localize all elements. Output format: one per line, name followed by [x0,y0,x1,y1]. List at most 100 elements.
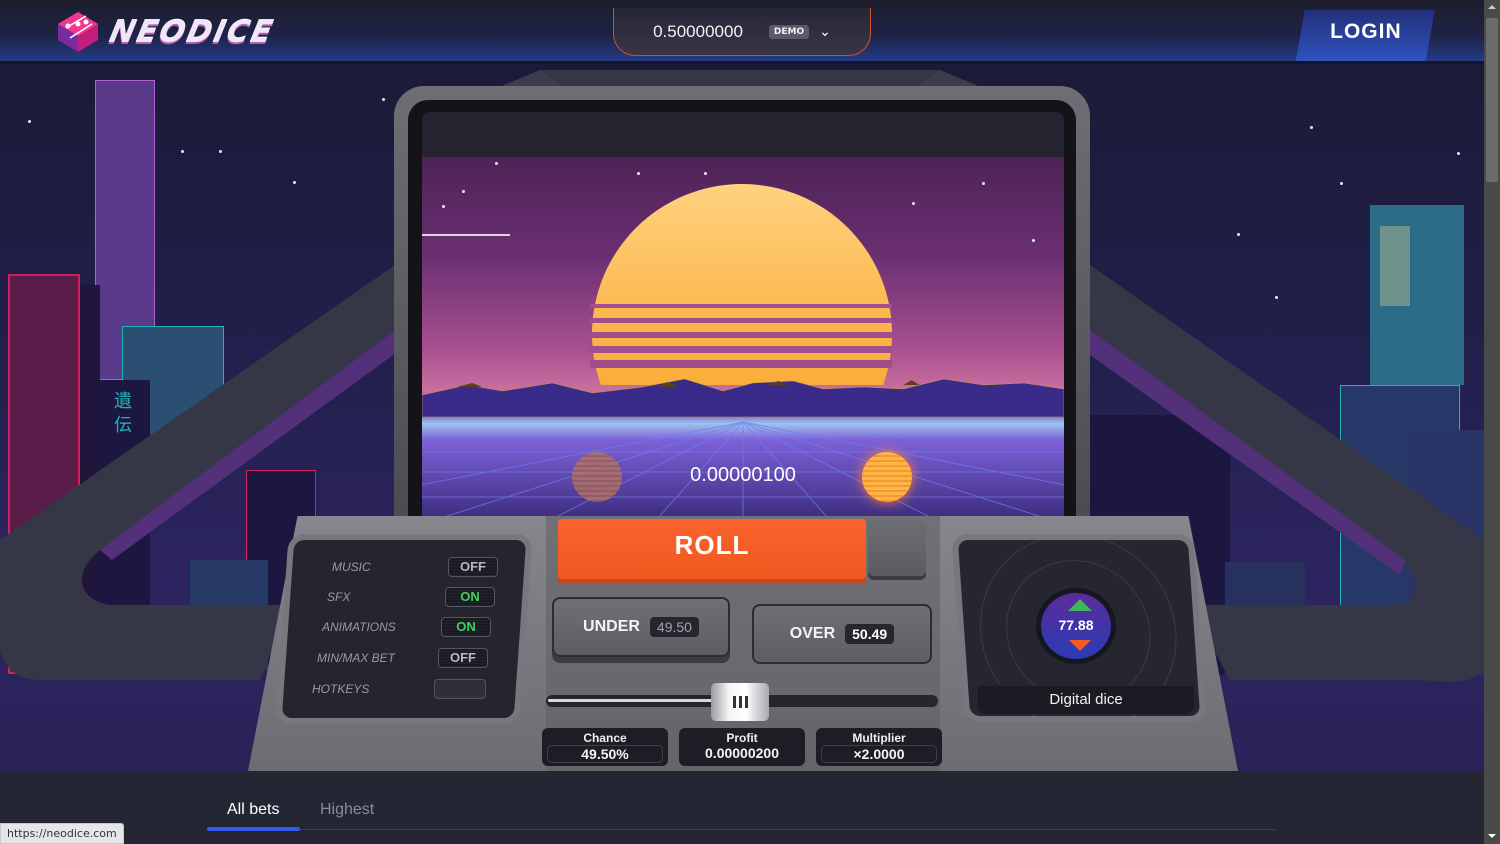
music-toggle[interactable]: OFF [448,557,498,577]
brand-name: NEODICE [106,14,278,50]
active-tab-indicator [207,827,300,831]
top-bar: NEODICE 0.50000000 DEMO ⌄ LOGIN [0,0,1484,64]
building [8,274,80,674]
tabs-divider [300,829,1277,830]
monitor-bezel: 0.00000100 [408,100,1076,522]
star [1275,296,1278,299]
arrow-up-icon [1068,599,1092,611]
under-label: UNDER [583,618,640,635]
shooting-star [422,234,510,236]
under-button[interactable]: UNDER 49.50 [552,597,730,657]
setting-min-max-bet: MIN/MAX BET [317,651,395,665]
current-result-orb [862,452,912,502]
demo-badge: DEMO [768,24,810,39]
grip-line [738,696,742,708]
roll-button[interactable]: ROLL [558,519,866,579]
page-scrollbar[interactable] [1484,0,1500,844]
auto-bet-button[interactable] [868,520,926,576]
tab-highest[interactable]: Highest [320,801,374,819]
star [1237,233,1240,236]
star [1310,126,1313,129]
star [982,182,985,185]
setting-animations: ANIMATIONS [322,620,396,634]
scroll-up-icon[interactable] [1488,5,1496,9]
sun-stripe [590,318,892,323]
over-value: 50.49 [845,624,895,644]
profit-label: Profit [726,731,758,745]
min-max-bet-toggle[interactable]: OFF [438,648,488,668]
hotkeys-toggle[interactable] [434,679,486,699]
balance-selector[interactable]: 0.50000000 DEMO ⌄ [613,8,871,56]
dice-logo-icon [56,10,100,54]
star [293,181,296,184]
setting-hotkeys: HOTKEYS [312,682,369,696]
login-button[interactable]: LOGIN [1295,10,1435,64]
star [181,150,184,153]
last-roll-value: 77.88 [1058,617,1094,633]
over-button[interactable]: OVER 50.49 [752,604,932,664]
scroll-down-icon[interactable] [1488,834,1496,838]
star [219,150,222,153]
building [1410,430,1484,675]
star [382,98,385,101]
game-mode-caption: Digital dice [978,686,1194,714]
sun-stripe [590,332,892,338]
setting-label: MIN/MAX BET [317,651,396,665]
star [442,205,445,208]
multiplier-value[interactable]: ×2.0000 [821,745,937,763]
grip-line [732,696,736,708]
setting-sfx: SFX [327,590,350,604]
brand-logo[interactable]: NEODICE [56,10,278,54]
sun-stripe [590,360,892,368]
setting-label: MUSIC [332,560,371,574]
star [462,190,465,193]
sun-stripe [590,304,892,308]
mountains [422,378,1064,417]
setting-label: HOTKEYS [312,682,370,696]
game-monitor: 0.00000100 [394,86,1090,536]
chance-label: Chance [583,731,627,745]
star [704,172,707,175]
star [912,202,915,205]
game-screen: 0.00000100 [422,112,1064,522]
building [190,560,268,670]
balance-value: 0.50000000 [653,21,743,41]
under-value: 49.50 [649,617,699,637]
building-sign: 遺 伝 [100,380,150,680]
multiplier-stat: Multiplier ×2.0000 [816,728,942,766]
bets-section: All bets Highest [0,771,1484,844]
sun-stripe [590,346,892,353]
sfx-toggle[interactable]: ON [445,587,495,607]
slider-fill [548,699,739,702]
scrollbar-thumb[interactable] [1486,18,1498,182]
star [1340,182,1343,185]
roll-label: ROLL [674,530,750,560]
tab-all-bets[interactable]: All bets [227,801,279,819]
slider-handle[interactable] [711,683,770,721]
arrow-down-icon [1069,640,1091,651]
building [1225,562,1305,675]
star [1032,239,1035,242]
login-label: LOGIN [1330,20,1402,43]
chance-value[interactable]: 49.50% [547,745,663,763]
star [28,120,31,123]
setting-music: MUSIC [332,560,371,574]
chance-stat: Chance 49.50% [542,728,668,766]
chevron-down-icon[interactable]: ⌄ [819,24,831,40]
over-label: OVER [789,625,836,642]
profit-stat: Profit 0.00000200 [679,728,805,766]
setting-label: ANIMATIONS [322,620,396,634]
digital-dice-display: 77.88 [1036,588,1116,664]
building [80,285,100,675]
setting-label: SFX [327,590,351,604]
profit-value: 0.00000200 [705,745,779,761]
animations-toggle[interactable]: ON [441,617,491,637]
multiplier-label: Multiplier [852,731,906,745]
bet-amount[interactable]: 0.00000100 [422,464,1064,487]
grip-line [744,696,748,708]
window-light [1380,226,1410,306]
neon-sign-text: 遺 伝 [114,391,132,436]
page: 遺 伝 NEODICE 0.50000000 DEMO ⌄ LOGIN 0.00… [0,0,1484,844]
status-bar-url: https://neodice.com [0,823,124,844]
star [1457,152,1460,155]
